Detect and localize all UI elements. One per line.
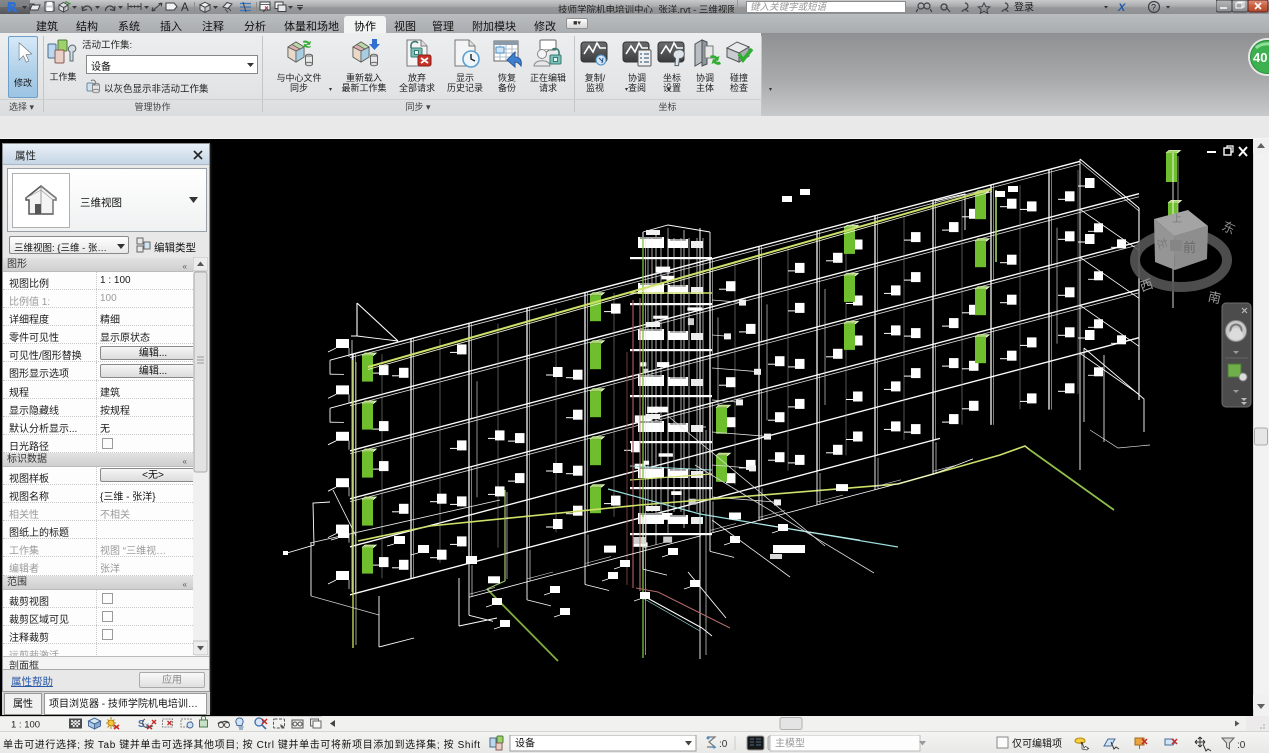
svg-text:前: 前: [1183, 240, 1196, 255]
svg-text:1 : 100: 1 : 100: [11, 720, 40, 731]
svg-text:X: X: [1117, 2, 1126, 14]
svg-text::0: :0: [719, 739, 728, 750]
svg-text:S: S: [138, 719, 145, 730]
svg-text:40: 40: [1253, 50, 1267, 65]
svg-text:A: A: [181, 2, 189, 14]
svg-text:东: 东: [1220, 218, 1238, 237]
svg-text:上: 上: [1172, 213, 1182, 225]
svg-text:?: ?: [1151, 3, 1156, 13]
svg-text:南: 南: [1207, 289, 1223, 306]
svg-text:主模型: 主模型: [775, 737, 805, 750]
svg-text::0: :0: [1237, 740, 1246, 751]
svg-text:登录: 登录: [1014, 1, 1034, 14]
svg-text:设备: 设备: [515, 737, 535, 750]
svg-text:仅可编辑项: 仅可编辑项: [1012, 737, 1062, 750]
